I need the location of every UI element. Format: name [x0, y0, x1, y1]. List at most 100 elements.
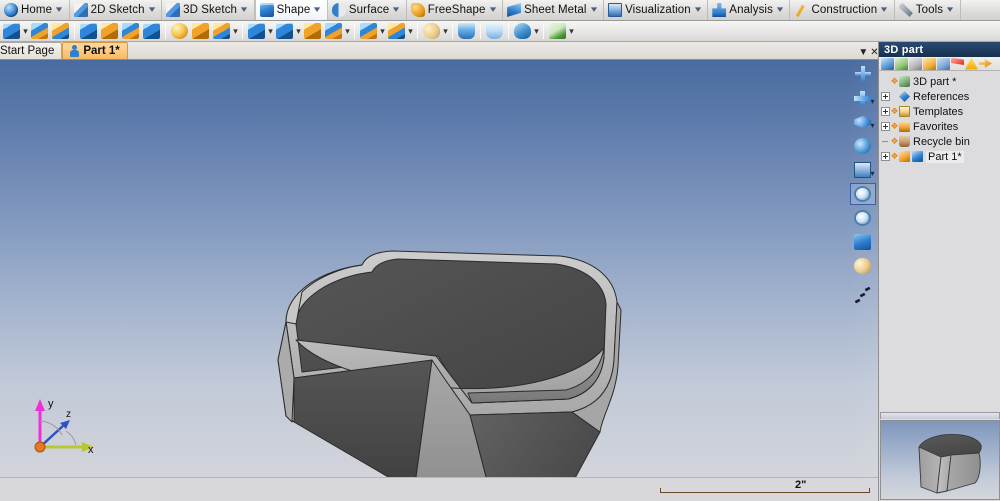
delete-node-icon[interactable]	[909, 57, 922, 70]
pan-button[interactable]: ▾	[850, 87, 876, 109]
menu-tab-home[interactable]: Home ▾	[0, 0, 70, 20]
warning-icon[interactable]	[965, 57, 978, 70]
chevron-down-icon[interactable]: ▾	[295, 21, 302, 41]
tree-item-templates[interactable]: ❖ Templates	[879, 104, 1000, 119]
tree-item-label: 3D part *	[913, 75, 957, 88]
chevron-down-icon[interactable]: ▾	[232, 21, 239, 41]
chevron-down-icon[interactable]: ▾	[146, 4, 159, 14]
draft-button[interactable]	[302, 21, 323, 41]
box-button[interactable]	[78, 21, 99, 41]
fillet-button[interactable]	[246, 21, 267, 41]
dock-close-icon[interactable]: ✕	[870, 47, 878, 58]
chevron-down-icon[interactable]: ▾	[390, 4, 403, 14]
menu-tab-surface[interactable]: Surface ▾	[328, 0, 407, 20]
wrench-icon	[898, 3, 913, 17]
flag-icon[interactable]	[951, 57, 964, 70]
pan-icon	[854, 90, 871, 106]
chevron-down-icon[interactable]: ▾	[311, 4, 324, 14]
expand-icon[interactable]	[881, 92, 890, 101]
measure-button[interactable]	[512, 21, 533, 41]
sphere-button[interactable]	[169, 21, 190, 41]
chevron-down-icon[interactable]: ▾	[344, 21, 351, 41]
menu-tab-sheet-metal[interactable]: Sheet Metal ▾	[503, 0, 605, 20]
preview-pane[interactable]	[880, 420, 1000, 500]
zoom-window-button[interactable]	[849, 183, 876, 205]
rib-button[interactable]	[141, 21, 162, 41]
chevron-down-icon[interactable]: ▾	[692, 4, 705, 14]
tree-order-icon[interactable]	[895, 57, 908, 70]
chevron-down-icon[interactable]: ▾	[870, 169, 874, 178]
chevron-down-icon[interactable]: ▾	[238, 4, 251, 14]
feature-tree[interactable]: ❖ 3D part * References ❖ Templates ❖ Favorites…	[879, 74, 1000, 164]
expand-icon[interactable]	[881, 152, 890, 161]
split-button[interactable]	[484, 21, 505, 41]
thread-button[interactable]	[386, 21, 407, 41]
loft-button[interactable]	[120, 21, 141, 41]
right-dock-panel: 3D part ❖ 3D part * References ❖ Templates ❖ F…	[878, 42, 1000, 501]
show-hide-icon[interactable]	[881, 57, 894, 70]
tree-item-part-1-[interactable]: ❖ Part 1*	[879, 149, 1000, 164]
3d-model-canvas[interactable]	[0, 60, 878, 477]
tree-item-recycle-bin[interactable]: ❖ Recycle bin	[879, 134, 1000, 149]
check-geometry-button[interactable]	[547, 21, 568, 41]
sweep-button[interactable]	[50, 21, 71, 41]
cone-button[interactable]	[211, 21, 232, 41]
multi-view-button[interactable]: ▾	[850, 159, 876, 181]
expand-icon[interactable]	[881, 122, 890, 131]
toolbar-drag-handle[interactable]	[853, 286, 873, 305]
menu-tab-tools[interactable]: Tools ▾	[895, 0, 961, 20]
zoom-button[interactable]	[850, 207, 876, 229]
cube-solid-button[interactable]	[190, 21, 211, 41]
menu-tab-3d-sketch[interactable]: 3D Sketch ▾	[162, 0, 255, 20]
boolean-button[interactable]	[358, 21, 379, 41]
shell-button[interactable]	[323, 21, 344, 41]
chevron-down-icon[interactable]: ▾	[53, 4, 66, 14]
menu-tab-label: Surface	[348, 4, 390, 16]
orbit-button[interactable]	[850, 135, 876, 157]
expand-icon[interactable]	[881, 107, 890, 116]
toolbar-separator	[508, 23, 509, 39]
tree-item-references[interactable]: References	[879, 89, 1000, 104]
chevron-down-icon[interactable]: ▾	[870, 121, 874, 130]
chevron-down-icon[interactable]: ▾	[533, 21, 540, 41]
dock-window-controls[interactable]: ▼ ✕	[856, 44, 881, 60]
chevron-down-icon[interactable]: ▾	[487, 4, 500, 14]
cylinder-button[interactable]	[99, 21, 120, 41]
menu-tab-construction[interactable]: Construction ▾	[790, 0, 895, 20]
chevron-down-icon[interactable]: ▾	[407, 21, 414, 41]
chevron-down-icon[interactable]: ▾	[944, 4, 957, 14]
render-style-button[interactable]	[850, 255, 876, 277]
menu-tab-shape[interactable]: Shape ▾	[254, 0, 328, 20]
tree-item-3d-part-[interactable]: ❖ 3D part *	[879, 74, 1000, 89]
chevron-down-icon[interactable]: ▾	[568, 21, 575, 41]
document-tab-start-page[interactable]: Start Page	[0, 42, 63, 59]
document-tab-part-1-[interactable]: Part 1*	[62, 42, 128, 59]
menu-tab-analysis[interactable]: Analysis ▾	[708, 0, 791, 20]
chevron-down-icon[interactable]: ▾	[878, 4, 891, 14]
chevron-down-icon[interactable]: ▾	[267, 21, 274, 41]
revolve-button[interactable]	[29, 21, 50, 41]
chamfer-button[interactable]	[274, 21, 295, 41]
menu-tab-visualization[interactable]: Visualization ▾	[604, 0, 709, 20]
extrude-button[interactable]	[1, 21, 22, 41]
rotate-icon	[854, 115, 871, 129]
zoom-all-button[interactable]	[850, 63, 876, 85]
view-cube-button[interactable]	[850, 231, 876, 253]
tree-item-favorites[interactable]: ❖ Favorites	[879, 119, 1000, 134]
collapse-icon[interactable]	[979, 59, 992, 68]
chevron-down-icon[interactable]: ▾	[22, 21, 29, 41]
menu-tab-2d-sketch[interactable]: 2D Sketch ▾	[70, 0, 163, 20]
3d-viewport[interactable]: y x z ▾ ▾ ▾	[0, 60, 878, 477]
chevron-down-icon[interactable]: ▾	[774, 4, 787, 14]
chevron-down-icon[interactable]: ▾	[442, 21, 449, 41]
material-button[interactable]	[421, 21, 442, 41]
rename-icon[interactable]	[923, 57, 936, 70]
chevron-down-icon[interactable]: ▾	[870, 97, 874, 106]
layers-icon[interactable]	[937, 57, 950, 70]
rotate-button[interactable]: ▾	[850, 111, 876, 133]
chevron-down-icon[interactable]: ▾	[588, 4, 601, 14]
trim-button[interactable]	[456, 21, 477, 41]
menu-tab-freeshape[interactable]: FreeShape ▾	[407, 0, 504, 20]
dock-menu-icon[interactable]: ▼	[858, 47, 868, 58]
chevron-down-icon[interactable]: ▾	[379, 21, 386, 41]
